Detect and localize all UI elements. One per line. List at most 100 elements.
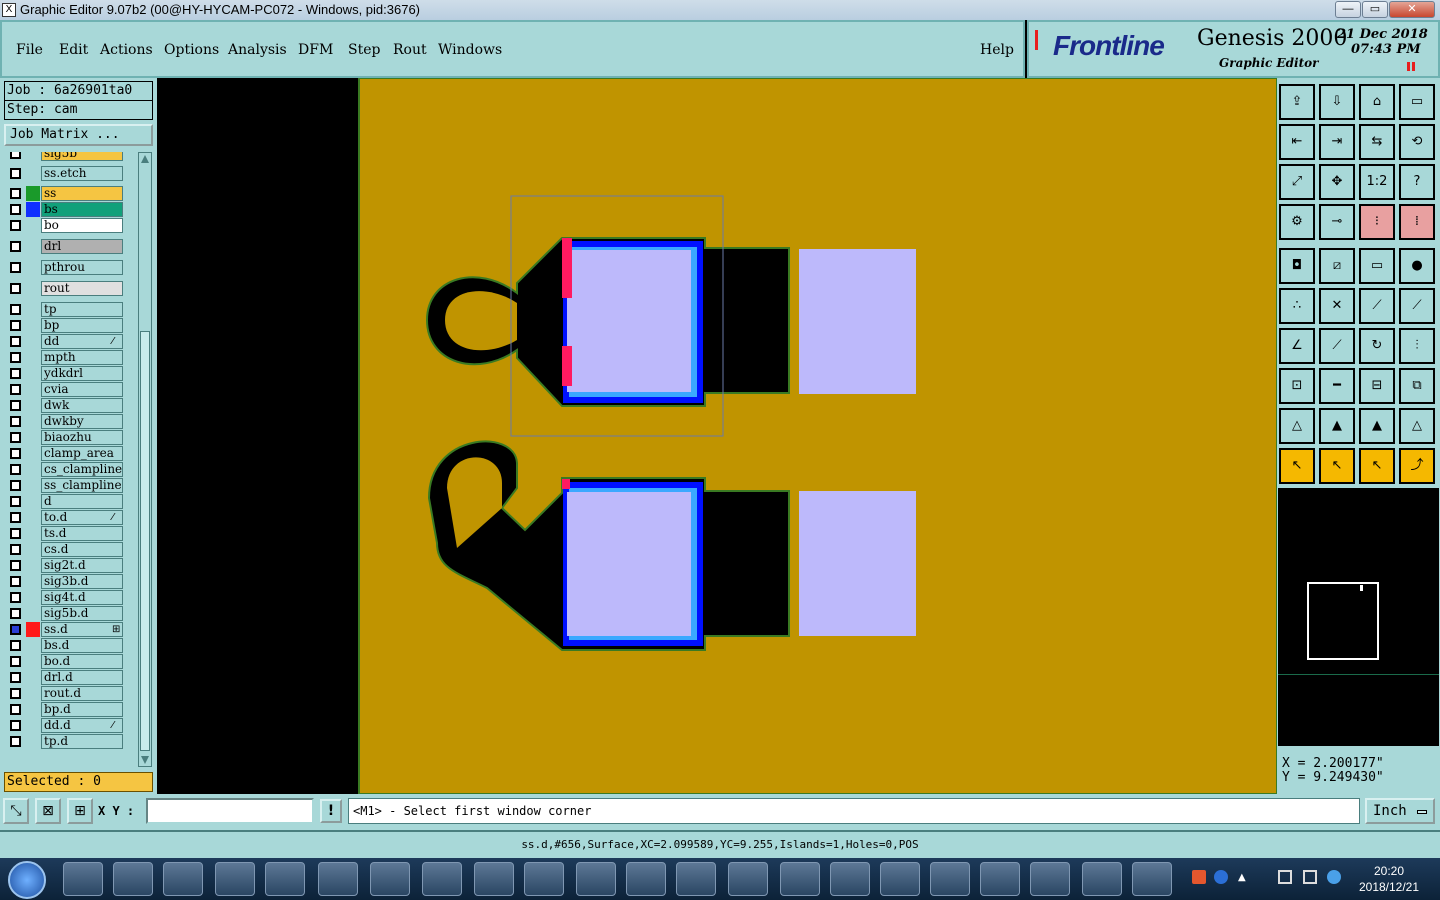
tray-volume-icon[interactable] — [1327, 870, 1341, 884]
layer-row[interactable]: ts.d — [4, 526, 126, 541]
grid-icon[interactable]: ⊞ — [67, 798, 93, 824]
maximize-button[interactable]: ▭ — [1362, 1, 1388, 18]
layer-row[interactable]: ss — [4, 186, 126, 201]
layer-checkbox[interactable] — [10, 336, 21, 347]
lower-side-pad[interactable] — [799, 491, 916, 636]
layer-name[interactable]: drl — [41, 239, 123, 254]
layer-row[interactable]: dd.d ⁄ — [4, 718, 126, 733]
layer-name[interactable]: ydkdrl — [41, 366, 123, 381]
excel2-icon[interactable] — [626, 862, 666, 896]
tray-arrow-icon[interactable]: ▲ — [1238, 872, 1246, 883]
layer-checkbox[interactable] — [10, 220, 21, 231]
layer-checkbox[interactable] — [10, 576, 21, 587]
cross-icon[interactable]: ✕ — [1319, 288, 1355, 324]
layer-row[interactable]: biaozhu — [4, 430, 126, 445]
excel-icon[interactable] — [576, 862, 616, 896]
menu-help[interactable]: Help — [980, 42, 1014, 58]
layer-row[interactable]: sig4t.d — [4, 590, 126, 605]
settings-icon[interactable]: ⚙ — [1279, 204, 1315, 240]
path-icon[interactable]: ⤴ — [1399, 448, 1435, 484]
minimize-button[interactable]: — — [1335, 1, 1361, 18]
layer-name[interactable]: dwk — [41, 398, 123, 413]
layer-name[interactable]: dd — [41, 334, 123, 349]
angle-icon[interactable]: ∠ — [1279, 328, 1315, 364]
layer-name[interactable]: sig2t.d — [41, 558, 123, 573]
layer-row[interactable]: drl — [4, 239, 126, 254]
route-icon[interactable]: ⧄ — [1319, 248, 1355, 284]
word-icon[interactable] — [474, 862, 514, 896]
menu-edit[interactable]: Edit — [59, 42, 88, 58]
layer-row[interactable]: sig5b — [4, 152, 126, 161]
close-button[interactable]: ✕ — [1389, 1, 1435, 18]
connect-icon[interactable]: ∴ — [1279, 288, 1315, 324]
layer-row[interactable]: cs.d — [4, 542, 126, 557]
group-icon[interactable]: ⧉ — [1399, 368, 1435, 404]
layer-row[interactable]: dwk — [4, 398, 126, 413]
layer-row[interactable]: ss.etch — [4, 166, 126, 181]
layer-row[interactable]: bp — [4, 318, 126, 333]
text-b-icon[interactable]: ▲ — [1319, 408, 1355, 444]
slope-icon[interactable]: ⟋ — [1319, 328, 1355, 364]
layer-checkbox[interactable] — [10, 432, 21, 443]
layer-row[interactable]: rout — [4, 281, 126, 296]
window-icon[interactable]: ▭ — [1399, 84, 1435, 120]
screen-app-icon[interactable] — [1132, 862, 1172, 896]
home-icon[interactable]: ⌂ — [1359, 84, 1395, 120]
layer-checkbox[interactable] — [10, 544, 21, 555]
layer-name[interactable]: bo.d — [41, 654, 123, 669]
layer-row[interactable]: mpth — [4, 350, 126, 365]
xterm-icon[interactable] — [780, 862, 820, 896]
scroll-up-icon[interactable] — [141, 155, 149, 163]
layer-name[interactable]: tp — [41, 302, 123, 317]
excel3-icon[interactable] — [676, 862, 716, 896]
measure-icon[interactable]: ⊸ — [1319, 204, 1355, 240]
layer-row[interactable]: cvia — [4, 382, 126, 397]
fit-icon[interactable]: ⤢ — [1279, 164, 1315, 200]
layer-checkbox[interactable] — [10, 480, 21, 491]
move-icon[interactable]: ⊡ — [1279, 368, 1315, 404]
layer-name[interactable]: sig5b — [41, 152, 123, 161]
warning-icon[interactable]: ! — [320, 799, 342, 823]
layer-name[interactable]: biaozhu — [41, 430, 123, 445]
layer-checkbox[interactable] — [10, 736, 21, 747]
layer-checkbox[interactable] — [10, 204, 21, 215]
layer-checkbox[interactable] — [10, 241, 21, 252]
layer-name[interactable]: clamp_area — [41, 446, 123, 461]
layer-row[interactable]: bo — [4, 218, 126, 233]
menu-rout[interactable]: Rout — [393, 42, 427, 58]
layer-row[interactable]: bo.d — [4, 654, 126, 669]
frontline-f2-icon[interactable] — [163, 862, 203, 896]
layer-checkbox[interactable] — [10, 656, 21, 667]
save-icon[interactable]: ⇩ — [1319, 84, 1355, 120]
layer-checkbox[interactable] — [10, 448, 21, 459]
shell-icon[interactable] — [63, 862, 103, 896]
layer-checkbox[interactable] — [10, 384, 21, 395]
layer-checkbox[interactable] — [10, 512, 21, 523]
text-d-icon[interactable]: △ — [1399, 408, 1435, 444]
feature-icon[interactable]: ◘ — [1279, 248, 1315, 284]
open-step-icon[interactable]: ⇪ — [1279, 84, 1315, 120]
layer-name[interactable]: to.d — [41, 510, 123, 525]
split-icon[interactable]: ⫶ — [1399, 328, 1435, 364]
layer-name[interactable]: sig3b.d — [41, 574, 123, 589]
snap-icon[interactable]: ⊠ — [35, 798, 61, 824]
overview-map[interactable] — [1278, 488, 1439, 746]
layer-name[interactable]: drl.d — [41, 670, 123, 685]
bird-app-icon[interactable] — [422, 862, 462, 896]
layer-name[interactable]: ss_clampline — [41, 478, 123, 493]
layer-row[interactable]: dwkby — [4, 414, 126, 429]
rotate-icon[interactable]: ↖ — [1359, 448, 1395, 484]
keyboard-icon[interactable] — [265, 862, 305, 896]
eye-app-icon[interactable] — [728, 862, 768, 896]
clock[interactable]: 20:20 2018/12/21 — [1354, 863, 1424, 895]
layer-color-swatch[interactable] — [26, 202, 40, 217]
one-to-one-icon[interactable]: 1:2 — [1359, 164, 1395, 200]
layer-color-swatch[interactable] — [26, 622, 40, 637]
lower-pad[interactable] — [567, 492, 691, 636]
g-app-icon[interactable] — [318, 862, 358, 896]
layer-row[interactable]: bp.d — [4, 702, 126, 717]
layer-checkbox[interactable] — [10, 592, 21, 603]
save-disk-icon[interactable] — [215, 862, 255, 896]
reverse-icon[interactable]: ⇆ — [1359, 124, 1395, 160]
ie-icon[interactable] — [370, 862, 410, 896]
